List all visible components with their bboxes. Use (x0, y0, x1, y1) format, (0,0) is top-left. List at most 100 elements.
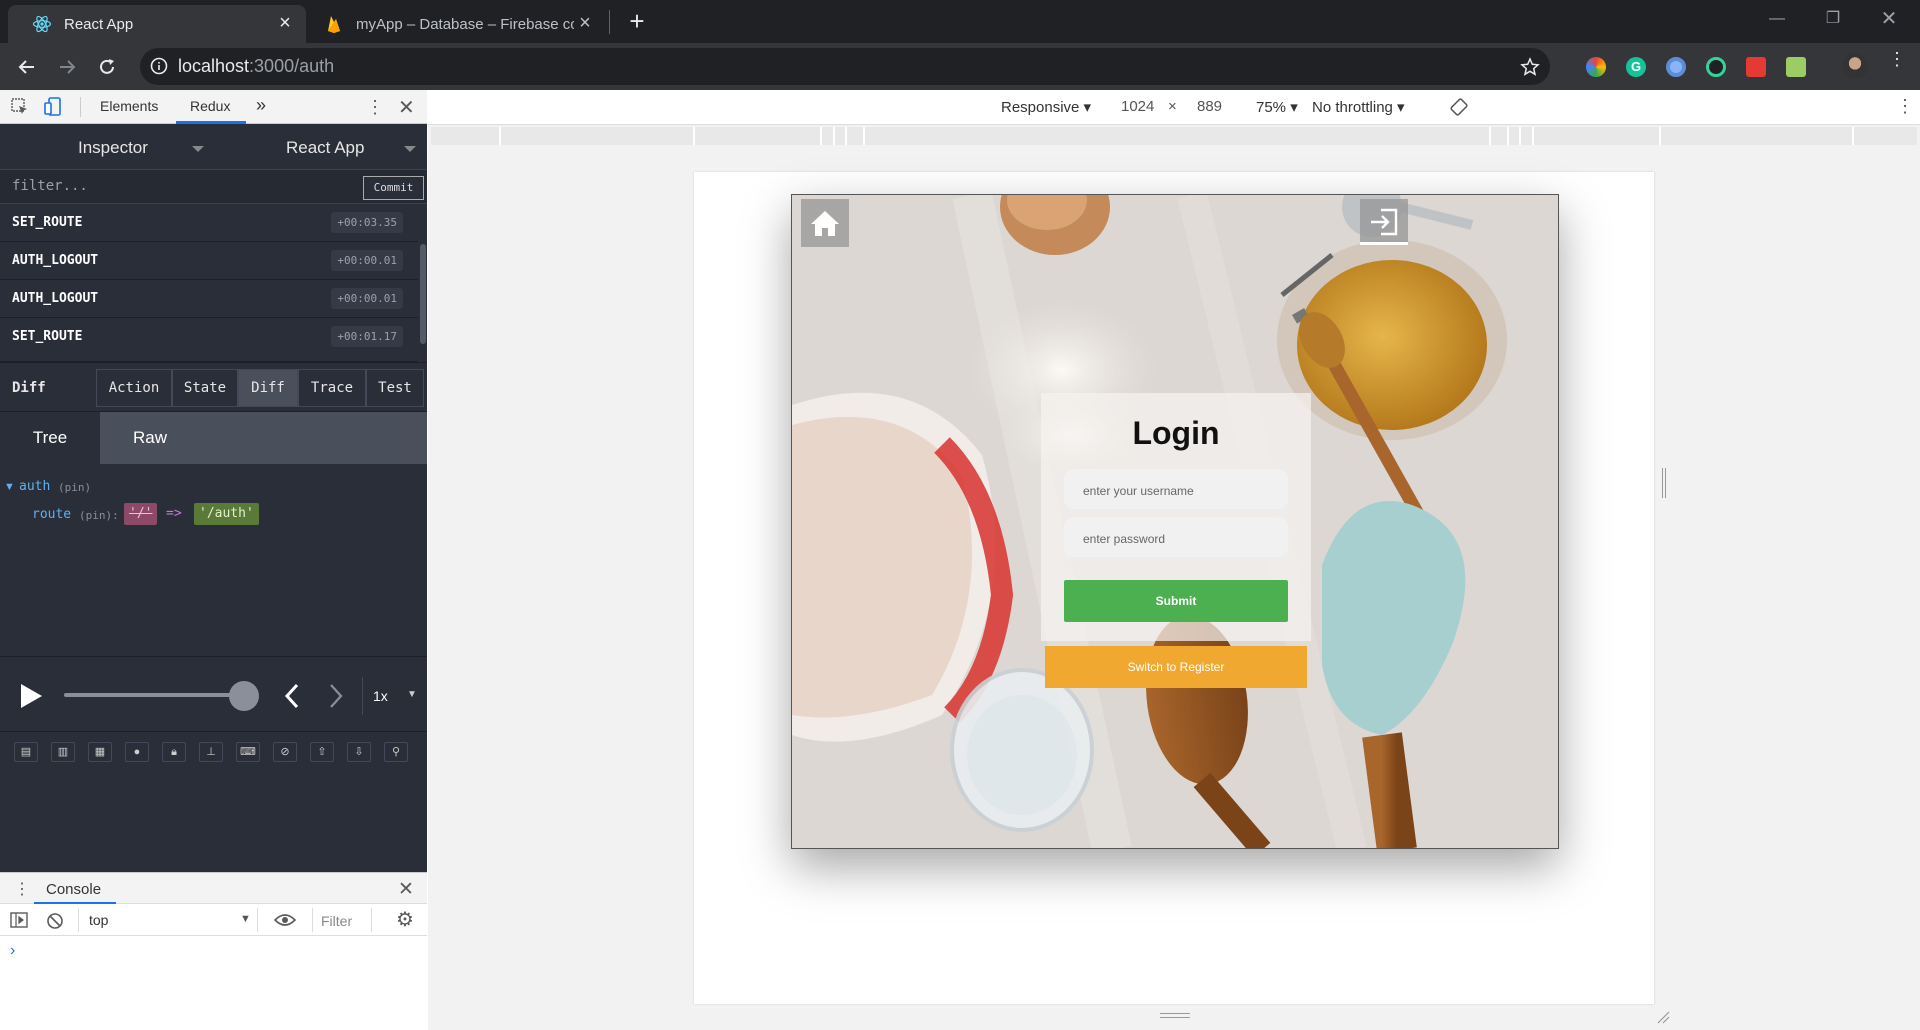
remote-off-icon[interactable]: ⊘ (273, 742, 297, 762)
tab-elements[interactable]: Elements (100, 98, 158, 114)
eye-icon[interactable] (274, 913, 296, 927)
action-item[interactable]: SET_ROUTE +00:01.17 (0, 318, 418, 362)
action-item[interactable]: AUTH_LOGOUT +00:00.01 (0, 242, 418, 280)
drawer-menu-icon[interactable]: ⋮ (14, 879, 30, 899)
commit-button[interactable]: Commit (363, 176, 424, 200)
layout-bottom-icon[interactable]: ▦ (88, 742, 112, 762)
context-select[interactable]: top ▼ (78, 908, 258, 932)
throttle-select[interactable]: No throttling ▾ (1312, 98, 1405, 116)
play-icon[interactable] (18, 682, 44, 710)
download-icon[interactable]: ⇩ (347, 742, 371, 762)
reload-button[interactable] (93, 53, 121, 81)
extension-red-icon[interactable] (1746, 57, 1766, 77)
restore-button[interactable]: ❐ (1813, 6, 1853, 32)
ruler-segment[interactable] (499, 127, 501, 145)
grammarly-icon[interactable]: G (1626, 57, 1646, 77)
filter-input[interactable]: filter... (12, 178, 88, 194)
inspect-element-icon[interactable] (11, 98, 29, 116)
width-input[interactable]: 1024 (1121, 98, 1154, 115)
pin-label[interactable]: (pin): (79, 509, 119, 522)
rotate-icon[interactable] (1450, 98, 1468, 116)
ruler-segment[interactable] (693, 127, 695, 145)
console-prompt[interactable]: › (10, 942, 15, 960)
ruler-segment[interactable] (1532, 127, 1534, 145)
ruler-segment[interactable] (845, 127, 847, 145)
tab-redux[interactable]: Redux (190, 98, 230, 114)
remote-icon[interactable]: ⚲ (384, 742, 408, 762)
tab-state[interactable]: State (172, 369, 238, 407)
slider-thumb[interactable] (229, 681, 259, 711)
new-tab-button[interactable]: + (622, 6, 652, 36)
extension-color-icon[interactable] (1586, 57, 1606, 77)
chrome-menu-icon[interactable]: ⋮ (1888, 50, 1906, 68)
tab-tree[interactable]: Tree (0, 412, 100, 464)
username-input[interactable]: enter your username (1064, 469, 1288, 509)
info-icon[interactable] (150, 57, 168, 75)
device-toggle-icon[interactable] (44, 97, 62, 117)
tab-console[interactable]: Console (46, 881, 101, 898)
ruler-segment[interactable] (820, 127, 822, 145)
close-window-button[interactable]: ✕ (1869, 6, 1909, 32)
chevron-left-icon[interactable] (284, 683, 300, 709)
action-item[interactable]: AUTH_LOGOUT +00:00.01 (0, 280, 418, 318)
scrollbar-thumb[interactable] (420, 244, 426, 344)
devtools-menu-icon[interactable]: ⋮ (366, 97, 384, 118)
keyboard-icon[interactable]: ⌨ (236, 742, 260, 762)
avatar[interactable] (1842, 53, 1868, 79)
device-mode-select[interactable]: Responsive ▾ (1001, 98, 1091, 116)
extension-ring-icon[interactable] (1666, 57, 1686, 77)
pin-label[interactable]: (pin) (58, 481, 91, 494)
tab-trace[interactable]: Trace (298, 369, 366, 407)
tab-diff[interactable]: Diff (238, 369, 298, 407)
more-tabs-button[interactable]: » (256, 95, 266, 116)
resize-corner-icon[interactable] (1656, 1010, 1670, 1024)
tab-test[interactable]: Test (366, 369, 424, 407)
close-tab-icon[interactable]: × (274, 13, 296, 35)
tab-react-app[interactable]: React App × (8, 5, 306, 43)
resize-handle-bottom[interactable] (1160, 1013, 1190, 1018)
submit-button[interactable]: Submit (1064, 580, 1288, 622)
back-button[interactable] (13, 53, 41, 81)
ruler-segment[interactable] (833, 127, 835, 145)
monitor-select[interactable]: Inspector (78, 138, 148, 158)
ruler-segment[interactable] (1519, 127, 1521, 145)
close-devtools-icon[interactable]: ✕ (398, 95, 415, 120)
switch-to-register-button[interactable]: Switch to Register (1045, 646, 1307, 688)
height-input[interactable]: 889 (1197, 98, 1222, 115)
instance-select[interactable]: React App (286, 138, 364, 158)
clear-console-icon[interactable] (46, 912, 64, 930)
tab-action[interactable]: Action (96, 369, 172, 407)
home-button[interactable] (801, 199, 849, 247)
close-tab-icon[interactable]: × (574, 13, 596, 35)
layout-right-icon[interactable]: ▥ (51, 742, 75, 762)
minimize-button[interactable]: — (1757, 6, 1797, 32)
forward-button[interactable] (53, 53, 81, 81)
lock-icon[interactable]: 🔒︎ (162, 742, 186, 762)
pin-icon[interactable]: ⊥ (199, 742, 223, 762)
tab-firebase[interactable]: myApp – Database – Firebase co × (306, 5, 606, 43)
gear-icon[interactable]: ⚙ (396, 907, 414, 932)
extension-mail-icon[interactable] (1786, 57, 1806, 77)
device-menu-icon[interactable]: ⋮ (1896, 96, 1914, 117)
chevron-right-icon[interactable] (328, 683, 344, 709)
zoom-select[interactable]: 75% ▾ (1256, 98, 1298, 116)
sidebar-toggle-icon[interactable] (10, 912, 28, 928)
slider-track[interactable] (64, 693, 246, 697)
url-text[interactable]: localhost:3000/auth (178, 56, 334, 77)
ruler-segment[interactable] (1489, 127, 1491, 145)
address-bar[interactable]: localhost:3000/auth (140, 48, 1550, 85)
resize-handle-right[interactable] (1662, 468, 1666, 498)
expand-triangle-icon[interactable]: ▼ (4, 481, 15, 493)
filter-field[interactable]: Filter (312, 908, 372, 932)
record-icon[interactable]: ● (125, 742, 149, 762)
ruler-segment[interactable] (1852, 127, 1854, 145)
ruler-segment[interactable] (863, 127, 865, 145)
close-drawer-icon[interactable]: ✕ (398, 878, 414, 901)
ruler-segment[interactable] (1507, 127, 1509, 145)
ruler-segment[interactable] (1659, 127, 1661, 145)
tab-raw[interactable]: Raw (100, 412, 200, 464)
login-icon-button[interactable] (1360, 199, 1408, 245)
extension-target-icon[interactable] (1706, 57, 1726, 77)
bookmark-star-icon[interactable] (1520, 57, 1540, 77)
layout-left-icon[interactable]: ▤ (14, 742, 38, 762)
